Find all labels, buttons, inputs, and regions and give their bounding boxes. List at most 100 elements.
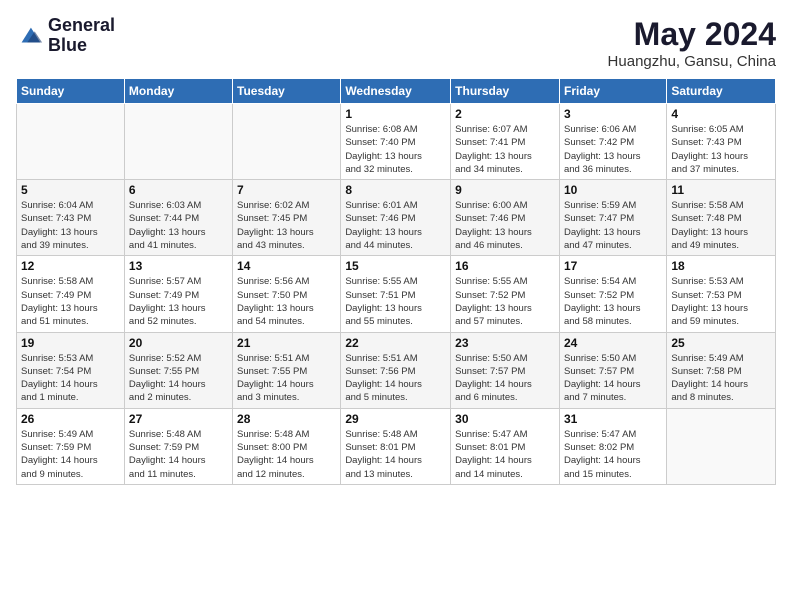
calendar-week-5: 26 Sunrise: 5:49 AM Sunset: 7:59 PM Dayli… (17, 408, 776, 484)
day-number: 15 (345, 259, 446, 273)
day-number: 7 (237, 183, 336, 197)
calendar-cell: 30Sunrise: 5:47 AM Sunset: 8:01 PM Dayli… (451, 408, 560, 484)
logo: General Blue (16, 16, 115, 56)
calendar-cell: 15 Sunrise: 5:55 AM Sunset: 7:51 PM Dayli… (341, 256, 451, 332)
day-info: Sunrise: 5:50 AM Sunset: 7:57 PM Dayligh… (455, 352, 555, 405)
day-number: 20 (129, 336, 228, 350)
calendar-cell: 16 Sunrise: 5:55 AM Sunset: 7:52 PM Dayli… (451, 256, 560, 332)
calendar-cell (233, 104, 341, 180)
calendar-cell: 21Sunrise: 5:51 AM Sunset: 7:55 PM Dayli… (233, 332, 341, 408)
day-info: Sunrise: 5:49 AM Sunset: 7:58 PM Dayligh… (671, 352, 771, 405)
day-number: 9 (455, 183, 555, 197)
logo-text: General Blue (48, 16, 115, 56)
day-number: 18 (671, 259, 771, 273)
calendar-cell: 6 Sunrise: 6:03 AM Sunset: 7:44 PM Daylig… (124, 180, 232, 256)
day-number: 24 (564, 336, 662, 350)
day-info: Sunrise: 5:55 AM Sunset: 7:51 PM Dayligh… (345, 275, 446, 328)
day-header-tuesday: Tuesday (233, 79, 341, 104)
calendar-week-3: 12Sunrise: 5:58 AM Sunset: 7:49 PM Dayli… (17, 256, 776, 332)
day-info: Sunrise: 6:03 AM Sunset: 7:44 PM Dayligh… (129, 199, 228, 252)
calendar-cell: 13 Sunrise: 5:57 AM Sunset: 7:49 PM Dayli… (124, 256, 232, 332)
calendar-week-2: 5Sunrise: 6:04 AM Sunset: 7:43 PM Daylig… (17, 180, 776, 256)
calendar-cell: 27 Sunrise: 5:48 AM Sunset: 7:59 PM Dayli… (124, 408, 232, 484)
calendar-cell: 11 Sunrise: 5:58 AM Sunset: 7:48 PM Dayli… (667, 180, 776, 256)
day-number: 22 (345, 336, 446, 350)
calendar-cell (124, 104, 232, 180)
title-block: May 2024 Huangzhu, Gansu, China (608, 16, 776, 70)
day-info: Sunrise: 5:56 AM Sunset: 7:50 PM Dayligh… (237, 275, 336, 328)
logo-icon (16, 22, 44, 50)
day-info: Sunrise: 5:52 AM Sunset: 7:55 PM Dayligh… (129, 352, 228, 405)
calendar-cell: 3Sunrise: 6:06 AM Sunset: 7:42 PM Daylig… (559, 104, 666, 180)
day-header-friday: Friday (559, 79, 666, 104)
calendar-cell: 7 Sunrise: 6:02 AM Sunset: 7:45 PM Daylig… (233, 180, 341, 256)
day-number: 31 (564, 412, 662, 426)
calendar-week-4: 19Sunrise: 5:53 AM Sunset: 7:54 PM Dayli… (17, 332, 776, 408)
day-number: 17 (564, 259, 662, 273)
calendar-cell: 28 Sunrise: 5:48 AM Sunset: 8:00 PM Dayli… (233, 408, 341, 484)
day-info: Sunrise: 5:49 AM Sunset: 7:59 PM Dayligh… (21, 428, 120, 481)
calendar-table: SundayMondayTuesdayWednesdayThursdayFrid… (16, 78, 776, 485)
calendar-header-row: SundayMondayTuesdayWednesdayThursdayFrid… (17, 79, 776, 104)
day-header-monday: Monday (124, 79, 232, 104)
calendar-subtitle: Huangzhu, Gansu, China (608, 53, 776, 70)
day-info: Sunrise: 5:57 AM Sunset: 7:49 PM Dayligh… (129, 275, 228, 328)
day-header-thursday: Thursday (451, 79, 560, 104)
day-number: 27 (129, 412, 228, 426)
day-info: Sunrise: 5:47 AM Sunset: 8:02 PM Dayligh… (564, 428, 662, 481)
day-info: Sunrise: 5:58 AM Sunset: 7:48 PM Dayligh… (671, 199, 771, 252)
day-info: Sunrise: 5:55 AM Sunset: 7:52 PM Dayligh… (455, 275, 555, 328)
calendar-title: May 2024 (608, 16, 776, 53)
day-info: Sunrise: 5:47 AM Sunset: 8:01 PM Dayligh… (455, 428, 555, 481)
day-header-sunday: Sunday (17, 79, 125, 104)
day-info: Sunrise: 5:48 AM Sunset: 8:00 PM Dayligh… (237, 428, 336, 481)
day-number: 8 (345, 183, 446, 197)
calendar-cell: 8 Sunrise: 6:01 AM Sunset: 7:46 PM Daylig… (341, 180, 451, 256)
day-info: Sunrise: 6:00 AM Sunset: 7:46 PM Dayligh… (455, 199, 555, 252)
calendar-cell: 18 Sunrise: 5:53 AM Sunset: 7:53 PM Dayli… (667, 256, 776, 332)
day-info: Sunrise: 5:51 AM Sunset: 7:56 PM Dayligh… (345, 352, 446, 405)
calendar-cell (17, 104, 125, 180)
day-number: 4 (671, 107, 771, 121)
day-number: 10 (564, 183, 662, 197)
logo-line1: General (48, 16, 115, 36)
calendar-cell (667, 408, 776, 484)
day-number: 29 (345, 412, 446, 426)
day-info: Sunrise: 5:53 AM Sunset: 7:53 PM Dayligh… (671, 275, 771, 328)
calendar-week-1: 1Sunrise: 6:08 AM Sunset: 7:40 PM Daylig… (17, 104, 776, 180)
day-number: 11 (671, 183, 771, 197)
calendar-cell: 29Sunrise: 5:48 AM Sunset: 8:01 PM Dayli… (341, 408, 451, 484)
calendar-cell: 20 Sunrise: 5:52 AM Sunset: 7:55 PM Dayli… (124, 332, 232, 408)
day-info: Sunrise: 6:07 AM Sunset: 7:41 PM Dayligh… (455, 123, 555, 176)
day-info: Sunrise: 5:59 AM Sunset: 7:47 PM Dayligh… (564, 199, 662, 252)
calendar-cell: 31 Sunrise: 5:47 AM Sunset: 8:02 PM Dayli… (559, 408, 666, 484)
day-number: 5 (21, 183, 120, 197)
calendar-cell: 23Sunrise: 5:50 AM Sunset: 7:57 PM Dayli… (451, 332, 560, 408)
calendar-cell: 12Sunrise: 5:58 AM Sunset: 7:49 PM Dayli… (17, 256, 125, 332)
day-number: 14 (237, 259, 336, 273)
day-header-saturday: Saturday (667, 79, 776, 104)
day-header-wednesday: Wednesday (341, 79, 451, 104)
day-number: 6 (129, 183, 228, 197)
calendar-cell: 22 Sunrise: 5:51 AM Sunset: 7:56 PM Dayli… (341, 332, 451, 408)
calendar-cell: 2Sunrise: 6:07 AM Sunset: 7:41 PM Daylig… (451, 104, 560, 180)
calendar-cell: 9 Sunrise: 6:00 AM Sunset: 7:46 PM Daylig… (451, 180, 560, 256)
calendar-cell: 5Sunrise: 6:04 AM Sunset: 7:43 PM Daylig… (17, 180, 125, 256)
day-number: 21 (237, 336, 336, 350)
day-number: 28 (237, 412, 336, 426)
day-info: Sunrise: 5:58 AM Sunset: 7:49 PM Dayligh… (21, 275, 120, 328)
day-info: Sunrise: 5:48 AM Sunset: 7:59 PM Dayligh… (129, 428, 228, 481)
calendar-cell: 4Sunrise: 6:05 AM Sunset: 7:43 PM Daylig… (667, 104, 776, 180)
day-info: Sunrise: 5:54 AM Sunset: 7:52 PM Dayligh… (564, 275, 662, 328)
day-number: 13 (129, 259, 228, 273)
calendar-cell: 26 Sunrise: 5:49 AM Sunset: 7:59 PM Dayli… (17, 408, 125, 484)
day-info: Sunrise: 6:01 AM Sunset: 7:46 PM Dayligh… (345, 199, 446, 252)
calendar-cell: 1Sunrise: 6:08 AM Sunset: 7:40 PM Daylig… (341, 104, 451, 180)
logo-line2: Blue (48, 36, 115, 56)
calendar-cell: 24Sunrise: 5:50 AM Sunset: 7:57 PM Dayli… (559, 332, 666, 408)
day-info: Sunrise: 6:08 AM Sunset: 7:40 PM Dayligh… (345, 123, 446, 176)
day-info: Sunrise: 6:06 AM Sunset: 7:42 PM Dayligh… (564, 123, 662, 176)
day-info: Sunrise: 6:02 AM Sunset: 7:45 PM Dayligh… (237, 199, 336, 252)
day-number: 16 (455, 259, 555, 273)
day-number: 26 (21, 412, 120, 426)
